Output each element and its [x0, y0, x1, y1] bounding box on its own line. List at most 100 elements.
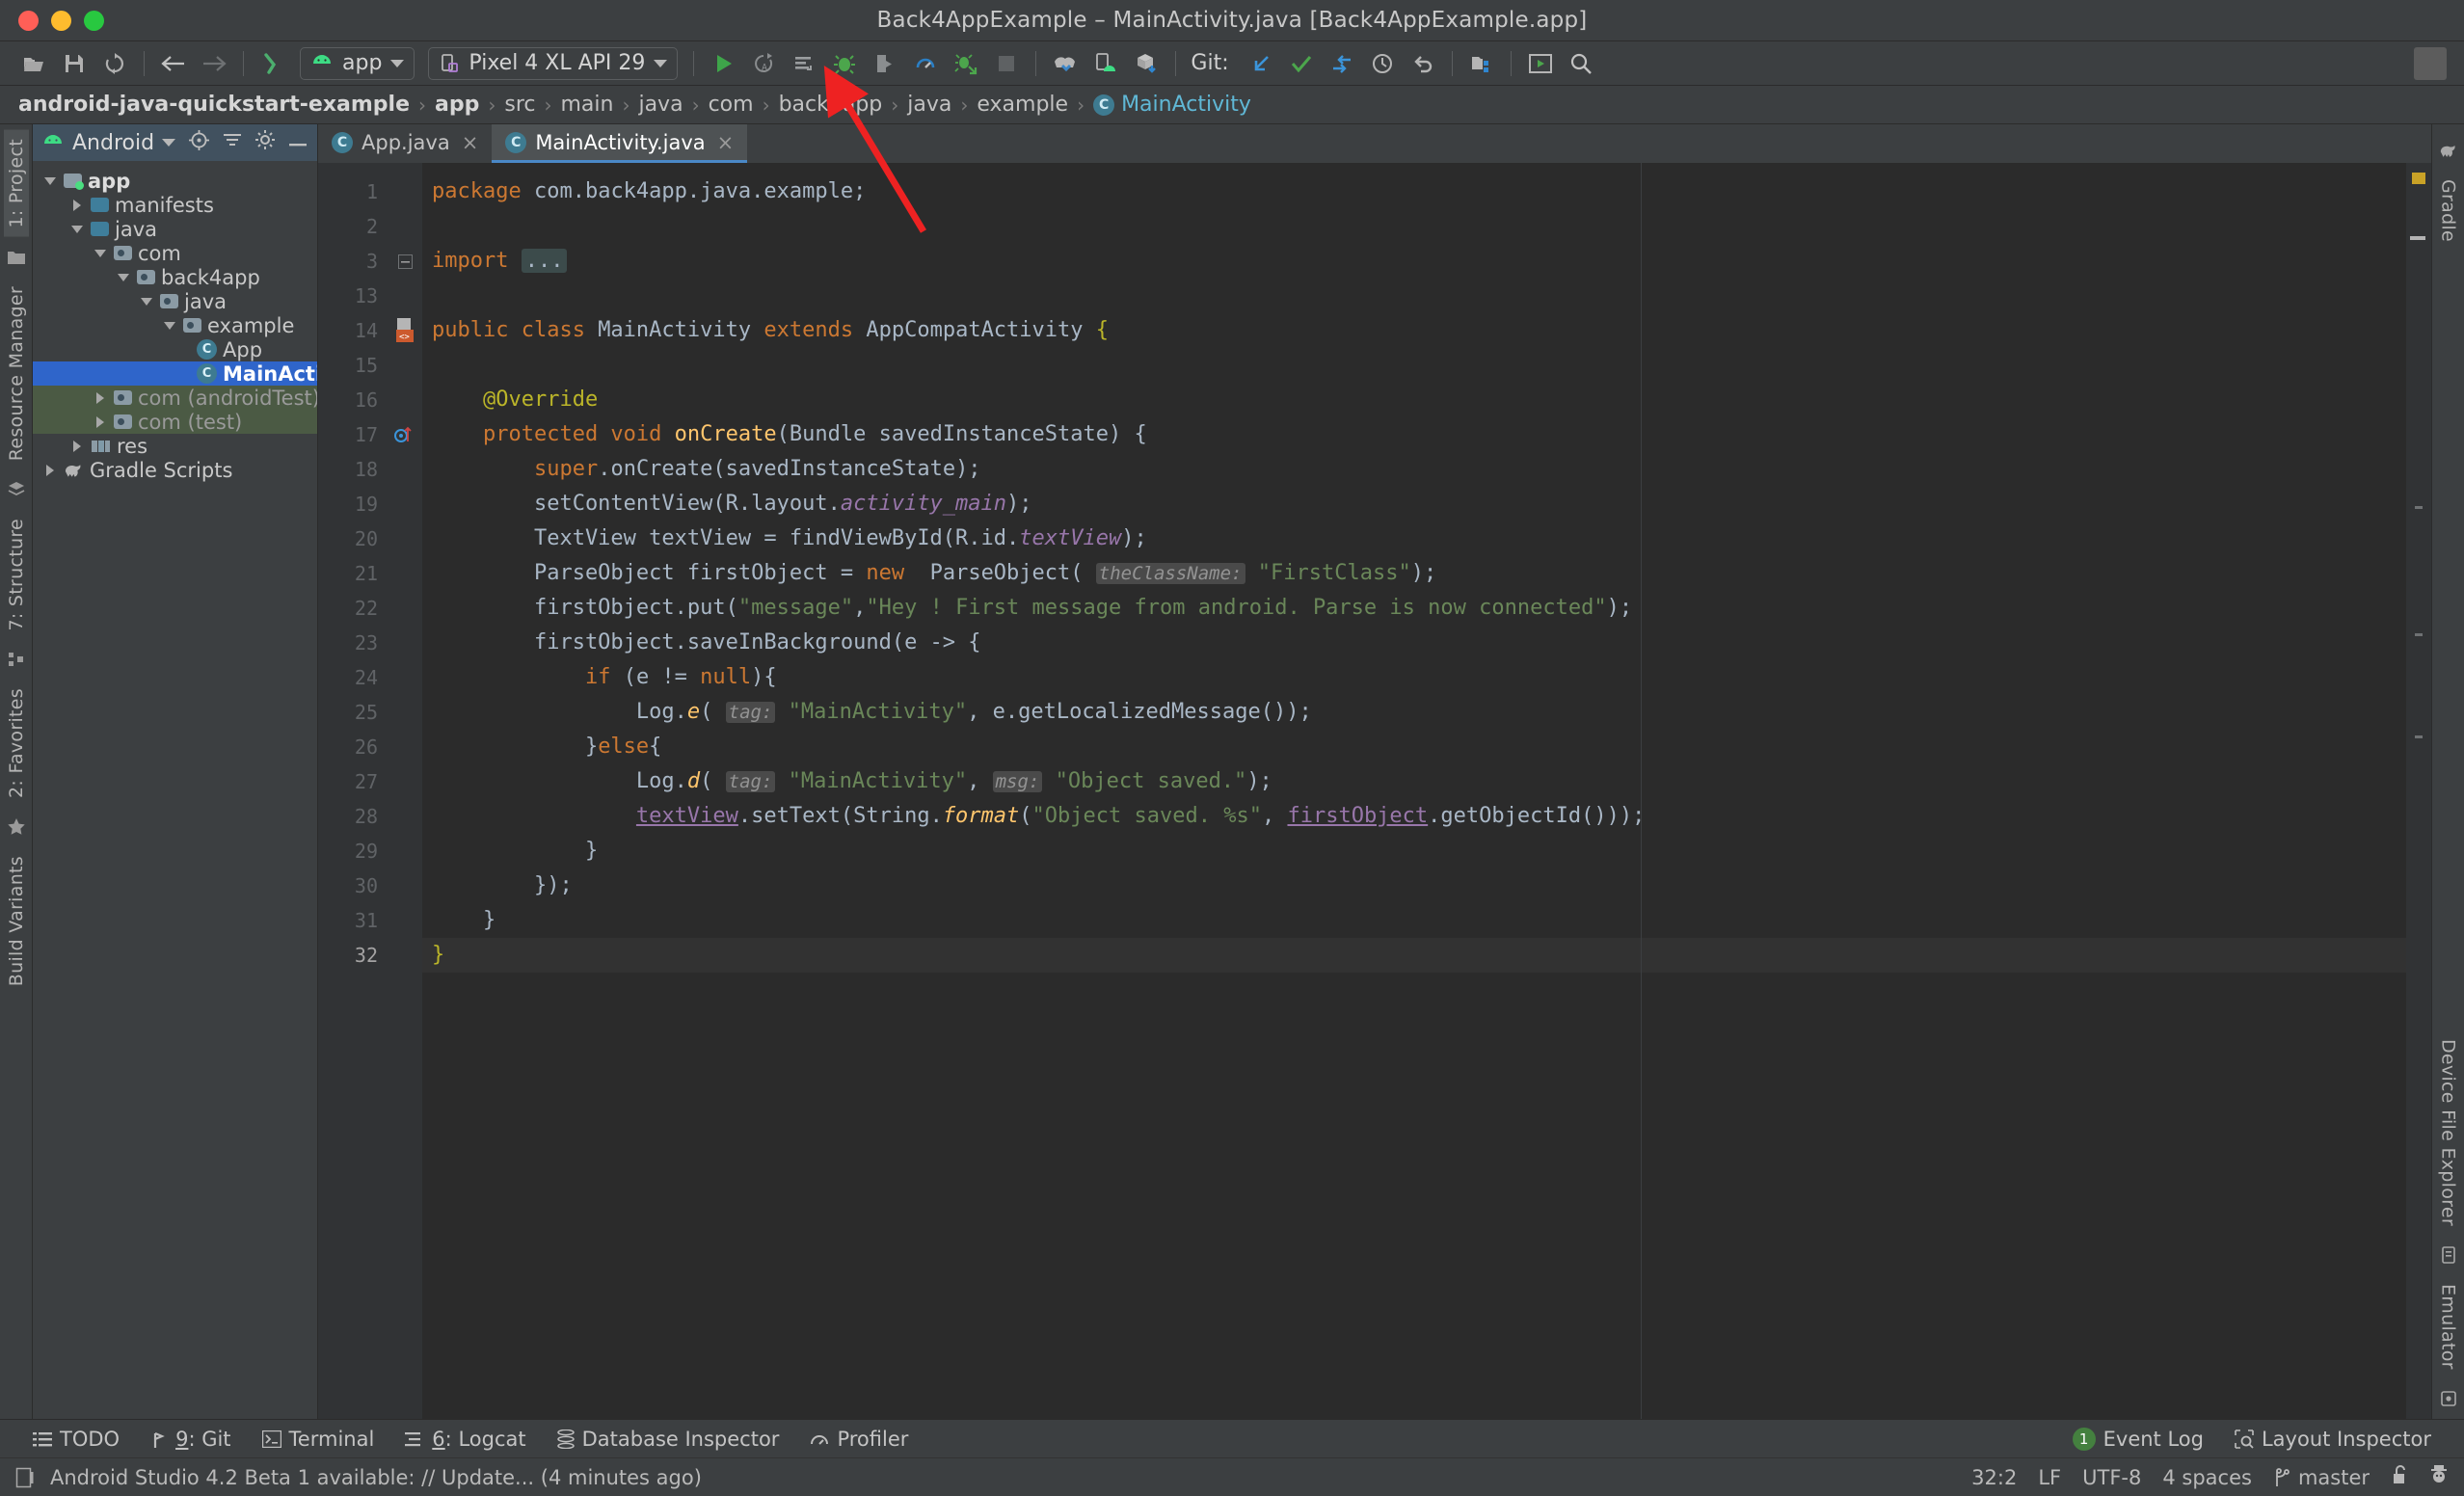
project-structure-icon[interactable] — [1461, 45, 1502, 82]
changed-lines-marker[interactable] — [2410, 236, 2425, 240]
emulator-icon[interactable] — [2438, 1388, 2459, 1409]
chevron-down-icon[interactable] — [390, 59, 405, 67]
revert-icon[interactable] — [1403, 45, 1443, 82]
star-icon[interactable] — [6, 816, 27, 838]
line-number[interactable]: 26 — [318, 730, 388, 764]
sidebar-item-build-variants[interactable]: Build Variants — [4, 847, 29, 995]
cube-download-icon[interactable] — [1126, 45, 1166, 82]
status-message[interactable]: Android Studio 4.2 Beta 1 available: // … — [50, 1466, 702, 1489]
line-number[interactable]: 25 — [318, 695, 388, 730]
code-line[interactable]: setContentView(R.layout.activity_main); — [422, 487, 2406, 521]
sidebar-item-gradle[interactable]: Gradle — [2436, 171, 2461, 251]
code-content[interactable]: package com.back4app.java.example; impor… — [422, 163, 2406, 1419]
fold-gutter[interactable]: <> — [388, 163, 422, 1419]
tree-item-mainactivity[interactable]: C MainActivity — [33, 361, 317, 386]
line-number[interactable]: 13 — [318, 279, 388, 313]
tree-item-back4app[interactable]: back4app — [33, 265, 317, 289]
tree-item-com[interactable]: com — [33, 241, 317, 265]
code-line[interactable]: TextView textView = findViewById(R.id.te… — [422, 521, 2406, 556]
breadcrumb-item-1[interactable]: app — [435, 93, 479, 117]
sidebar-item-favorites[interactable]: 2: Favorites — [4, 680, 29, 807]
git-branch-widget[interactable]: master — [2273, 1466, 2370, 1489]
sidebar-item-structure[interactable]: 7: Structure — [4, 510, 29, 640]
code-line[interactable] — [422, 348, 2406, 383]
line-number[interactable]: 2 — [318, 209, 388, 244]
line-number[interactable]: 3 — [318, 244, 388, 279]
caret-position[interactable]: 32:2 — [1971, 1466, 2017, 1489]
code-line[interactable]: textView.setText(String.format("Object s… — [422, 799, 2406, 834]
stop-button[interactable] — [986, 45, 1027, 82]
chevron-down-icon-back4app[interactable] — [116, 273, 131, 281]
breadcrumb-item-0[interactable]: android-java-quickstart-example — [18, 93, 410, 117]
history-icon[interactable] — [1362, 45, 1403, 82]
code-line[interactable] — [422, 279, 2406, 313]
back-icon[interactable] — [153, 45, 194, 82]
breadcrumb-item-6[interactable]: back4app — [779, 93, 883, 117]
code-line[interactable]: import ... — [422, 244, 2406, 279]
push-icon[interactable] — [1322, 45, 1362, 82]
code-line[interactable]: } — [422, 834, 2406, 868]
code-line[interactable]: if (e != null){ — [422, 660, 2406, 695]
debug-button[interactable] — [824, 45, 865, 82]
gradle-elephant-icon-rail[interactable] — [2438, 140, 2459, 161]
forward-icon[interactable] — [194, 45, 234, 82]
close-tab-icon-app[interactable]: × — [462, 131, 479, 154]
bottom-item-todo[interactable]: TODO — [17, 1428, 135, 1451]
chevron-right-icon-test[interactable] — [93, 415, 108, 428]
profiler-icon[interactable] — [905, 45, 946, 82]
code-line[interactable]: } — [422, 903, 2406, 938]
chevron-down-icon-java[interactable] — [69, 225, 85, 233]
tree-item-gradle-scripts[interactable]: Gradle Scripts — [33, 458, 317, 482]
device-file-explorer-icon[interactable] — [2438, 1244, 2459, 1266]
code-line[interactable]: protected void onCreate(Bundle savedInst… — [422, 417, 2406, 452]
changed-marker-4[interactable] — [2415, 735, 2423, 738]
tree-item-app[interactable]: app — [33, 169, 317, 193]
collapse-all-icon[interactable] — [222, 130, 243, 155]
search-everywhere-icon[interactable] — [1561, 45, 1601, 82]
code-line[interactable]: Log.e( tag: "MainActivity", e.getLocaliz… — [422, 695, 2406, 730]
unlocked-icon[interactable] — [2391, 1464, 2408, 1490]
close-window-button[interactable] — [18, 10, 39, 31]
apply-changes-icon[interactable]: A — [743, 45, 784, 82]
code-line[interactable] — [422, 209, 2406, 244]
window-controls[interactable] — [0, 10, 104, 31]
apply-code-changes-icon[interactable] — [784, 45, 824, 82]
line-number[interactable]: 15 — [318, 348, 388, 383]
bottom-item-terminal[interactable]: Terminal — [247, 1428, 390, 1451]
editor-area[interactable]: 1 2 3 13 14 15 16 17 18 19 20 21 22 23 24 25 26 27 28 29 30 3… — [318, 163, 2431, 1419]
changed-marker-3[interactable] — [2415, 633, 2423, 636]
line-number[interactable]: 21 — [318, 556, 388, 591]
sidebar-item-resource-manager[interactable]: Resource Manager — [4, 278, 29, 469]
line-number[interactable]: 28 — [318, 799, 388, 834]
chevron-right-icon-gradle[interactable] — [42, 464, 58, 476]
open-folder-icon[interactable] — [13, 45, 54, 82]
chevron-right-icon-manifests[interactable] — [69, 199, 85, 211]
tree-item-res[interactable]: res — [33, 434, 317, 458]
run-configuration-selector[interactable]: app — [300, 46, 415, 80]
indent-setting[interactable]: 4 spaces — [2162, 1466, 2252, 1489]
bookmark-icon-line14[interactable]: <> — [388, 313, 422, 348]
tree-item-java[interactable]: java — [33, 217, 317, 241]
bottom-item-git[interactable]: 9: Git — [135, 1428, 246, 1451]
line-number[interactable]: 30 — [318, 868, 388, 903]
warning-marker[interactable] — [2412, 173, 2425, 184]
tree-item-app-class[interactable]: C App — [33, 337, 317, 361]
project-files-icon[interactable] — [6, 247, 27, 268]
line-number[interactable]: 18 — [318, 452, 388, 487]
line-number[interactable]: 22 — [318, 591, 388, 626]
breadcrumb-item-3[interactable]: main — [560, 93, 613, 117]
bottom-item-logcat[interactable]: 6: Logcat — [389, 1428, 541, 1451]
override-marker-icon[interactable] — [388, 417, 422, 452]
hide-panel-icon[interactable] — [287, 131, 308, 155]
bottom-item-event-log[interactable]: 1 Event Log — [2057, 1427, 2219, 1451]
commit-icon[interactable] — [1281, 45, 1322, 82]
chevron-down-icon-2[interactable] — [654, 59, 668, 67]
chevron-down-icon-example[interactable] — [162, 321, 177, 330]
attach-debugger-icon[interactable] — [946, 45, 986, 82]
tree-item-com-androidtest[interactable]: com (androidTest) — [33, 386, 317, 410]
chevron-down-icon-com[interactable] — [93, 249, 108, 257]
tree-item-example[interactable]: example — [33, 313, 317, 337]
code-line[interactable]: firstObject.saveInBackground(e -> { — [422, 626, 2406, 660]
line-number[interactable]: 27 — [318, 764, 388, 799]
line-number[interactable]: 32 — [318, 938, 388, 973]
